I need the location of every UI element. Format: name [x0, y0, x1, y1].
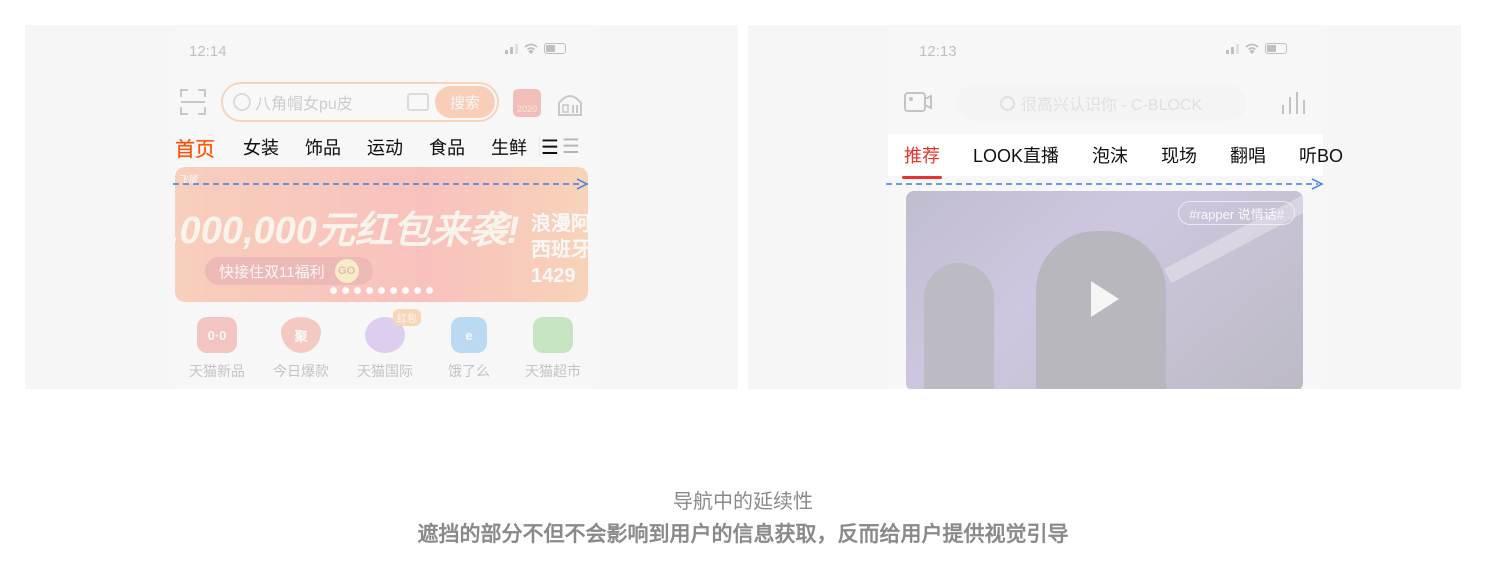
- tab-look-live[interactable]: LOOK直播: [973, 142, 1059, 168]
- menu-icon-highlight[interactable]: ☰: [541, 135, 559, 160]
- shortcut-label: 今日爆款: [273, 363, 329, 379]
- shortcut-tmall-supermarket[interactable]: 天猫超市: [513, 317, 593, 381]
- tab-women-highlight[interactable]: 女装: [243, 134, 279, 160]
- status-icons: [505, 43, 566, 54]
- banner-side-text: 浪漫阿 西班牙 1429: [531, 211, 588, 289]
- video-hashtag[interactable]: #rapper 说情话#: [1178, 201, 1295, 225]
- shortcut-label: 天猫国际: [357, 363, 413, 379]
- search-icon: [233, 93, 251, 111]
- continuation-arrow: [886, 178, 1324, 190]
- category-tabs-highlight: 首页 女装 饰品 运动 食品 生鲜 ☰: [175, 132, 559, 162]
- wifi-icon: [524, 43, 538, 54]
- status-icons: [1226, 43, 1287, 54]
- status-time: 12:14: [189, 43, 227, 60]
- shortcut-tmall-global[interactable]: 红包 天猫国际: [345, 309, 425, 381]
- banner-side-line: 浪漫阿: [531, 213, 588, 235]
- shortcut-row: 0·0 天猫新品 聚 今日爆款 红包 天猫国际 e 饿了么 天猫超市: [175, 309, 595, 381]
- shortcut-hot-today[interactable]: 聚 今日爆款: [261, 317, 341, 381]
- battery-icon: [1265, 43, 1287, 54]
- caption-subtitle: 遮挡的部分不但不会影响到用户的信息获取，反而给用户提供视觉引导: [417, 523, 1069, 546]
- status-time: 12:13: [919, 43, 957, 60]
- banner-side-line: 西班牙: [531, 239, 588, 261]
- tab-accessories-highlight[interactable]: 饰品: [305, 134, 341, 160]
- tab-foam[interactable]: 泡沫: [1092, 142, 1128, 168]
- tab-cover[interactable]: 翻唱: [1230, 142, 1266, 168]
- tab-fresh-highlight[interactable]: 生鲜: [491, 134, 527, 160]
- double11-badge-icon[interactable]: 2020: [513, 89, 541, 117]
- video-category-tabs: 推荐 LOOK直播 泡沫 现场 翻唱 听BO: [888, 134, 1343, 179]
- taobao-phone-screenshot: 12:14 八角帽女pu皮 搜索 2020 首页 女装 饰品 运动 食品 生鲜 …: [175, 25, 595, 389]
- banner-pill[interactable]: 快接住双11福利 GO: [205, 257, 373, 285]
- juhuasuan-drop-icon: 聚: [281, 317, 321, 353]
- netease-phone-screenshot: 12:13 很高兴认识你 - C-BLOCK #rapper 说情话#: [888, 25, 1323, 389]
- shortcut-eleme[interactable]: e 饿了么: [429, 317, 509, 381]
- signal-icon: [505, 43, 518, 54]
- red-packet-badge: 红包: [393, 309, 421, 326]
- tab-listen[interactable]: 听BO: [1299, 142, 1343, 168]
- message-robot-icon[interactable]: [555, 87, 585, 117]
- shortcut-tmall-new[interactable]: 0·0 天猫新品: [177, 317, 257, 381]
- battery-icon: [544, 43, 566, 54]
- tab-home-highlight[interactable]: 首页: [175, 133, 215, 162]
- equalizer-icon[interactable]: [1280, 91, 1308, 115]
- carousel-dots: [330, 287, 433, 294]
- go-badge: GO: [334, 259, 359, 283]
- play-icon[interactable]: [1091, 281, 1119, 317]
- search-placeholder: 很高兴认识你 - C-BLOCK: [1020, 97, 1203, 114]
- shortcut-label: 天猫超市: [525, 363, 581, 379]
- camera-icon[interactable]: [407, 93, 429, 111]
- search-icon: [999, 95, 1015, 111]
- continuation-arrow: [173, 178, 589, 190]
- tab-live-scene[interactable]: 现场: [1161, 142, 1197, 168]
- video-camera-icon[interactable]: [904, 92, 932, 112]
- banner-side-line: 1429: [531, 265, 576, 287]
- tab-food-highlight[interactable]: 食品: [429, 134, 465, 160]
- video-card[interactable]: #rapper 说情话#: [906, 191, 1303, 389]
- taobao-example-panel: 12:14 八角帽女pu皮 搜索 2020 首页 女装 饰品 运动 食品 生鲜 …: [25, 25, 738, 389]
- shortcut-label: 饿了么: [448, 363, 490, 379]
- shopping-cart-icon: [533, 317, 573, 353]
- banner-headline: ,000,000元红包来袭!: [175, 210, 520, 252]
- shortcut-label: 天猫新品: [189, 363, 245, 379]
- tab-sports-highlight[interactable]: 运动: [367, 134, 403, 160]
- netease-music-example-panel: 12:13 很高兴认识你 - C-BLOCK #rapper 说情话# 推荐 L…: [748, 25, 1461, 389]
- eleme-icon: e: [451, 317, 487, 353]
- scan-icon[interactable]: [180, 89, 206, 115]
- wifi-icon: [1245, 43, 1259, 54]
- search-input[interactable]: 很高兴认识你 - C-BLOCK: [956, 85, 1246, 121]
- tmall-cat-icon: 0·0: [197, 317, 237, 353]
- banner-pill-label: 快接住双11福利: [219, 263, 325, 281]
- search-placeholder: 八角帽女pu皮: [255, 96, 353, 113]
- search-button[interactable]: 搜索: [435, 86, 495, 118]
- menu-icon[interactable]: ☰: [562, 134, 580, 159]
- tab-recommend[interactable]: 推荐: [902, 142, 942, 179]
- search-input[interactable]: 八角帽女pu皮 搜索: [221, 82, 499, 122]
- caption-title: 导航中的延续性: [673, 491, 813, 513]
- guitarist-figure: [924, 263, 994, 389]
- signal-icon: [1226, 43, 1239, 54]
